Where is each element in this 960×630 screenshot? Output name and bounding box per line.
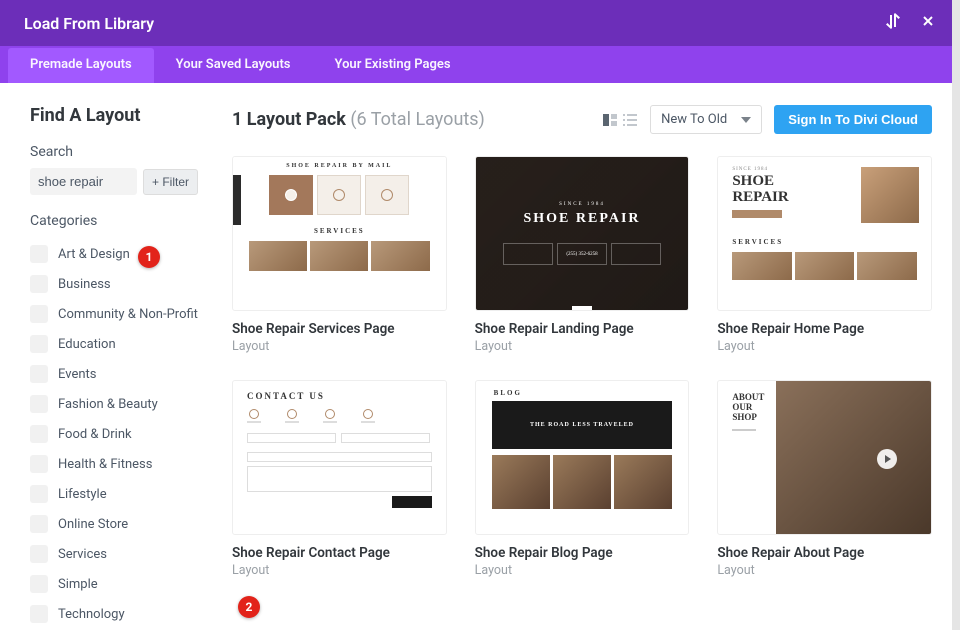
main-top: 1 Layout Pack (6 Total Layouts) New To O… [232,105,932,134]
category-item[interactable]: Education [30,329,198,359]
layout-grid: SHOE REPAIR BY MAIL SERVICES Shoe Repair… [232,156,932,578]
modal-title: Load From Library [24,14,154,33]
sort-value: New To Old [661,112,727,127]
category-label: Community & Non-Profit [58,307,198,322]
layout-thumbnail: ABOUTOUR SHOP [717,380,932,535]
category-item[interactable]: Community & Non-Profit [30,299,198,329]
checkbox-icon[interactable] [30,305,48,323]
filter-button[interactable]: + Filter [143,169,198,195]
layout-title: Shoe Repair Services Page [232,321,447,337]
list-view-icon[interactable] [622,113,638,127]
play-icon [877,449,897,469]
layout-type: Layout [717,563,932,578]
checkbox-icon[interactable] [30,605,48,623]
layout-card[interactable]: SINCE 1984 SHOEREPAIR SERVICES Shoe Repa… [717,156,932,354]
layout-type: Layout [717,339,932,354]
modal-header: Load From Library [0,0,960,46]
checkbox-icon[interactable] [30,275,48,293]
main-controls: New To Old Sign In To Divi Cloud [602,105,932,134]
sort-select[interactable]: New To Old [650,105,762,134]
checkbox-icon[interactable] [30,575,48,593]
category-label: Fashion & Beauty [58,397,158,412]
layout-type: Layout [232,339,447,354]
layout-card[interactable]: ABOUTOUR SHOP Shoe Repair About Page Lay… [717,380,932,578]
layout-card[interactable]: SHOE REPAIR BY MAIL SERVICES Shoe Repair… [232,156,447,354]
category-label: Business [58,277,111,292]
layout-title: Shoe Repair Landing Page [475,321,690,337]
category-item[interactable]: Services [30,539,198,569]
chevron-down-icon [741,112,751,127]
category-label: Events [58,367,96,382]
checkbox-icon[interactable] [30,485,48,503]
category-item[interactable]: Technology [30,599,198,629]
sidebar: Find A Layout Search + Filter Categories… [0,83,220,630]
sidebar-heading: Find A Layout [30,105,198,126]
category-label: Education [58,337,116,352]
main-panel: 1 Layout Pack (6 Total Layouts) New To O… [220,83,960,630]
layout-type: Layout [475,339,690,354]
annotation-marker-1: 1 [138,246,160,268]
library-modal: Load From Library Premade Layouts Your S… [0,0,960,630]
categories-label: Categories [30,213,198,229]
checkbox-icon[interactable] [30,245,48,263]
results-count: 1 Layout Pack [232,109,350,130]
layout-title: Shoe Repair Blog Page [475,545,690,561]
search-label: Search [30,144,198,160]
tab-premade-layouts[interactable]: Premade Layouts [8,48,154,83]
search-row: + Filter [30,168,198,195]
category-label: Online Store [58,517,128,532]
category-item[interactable]: Health & Fitness [30,449,198,479]
tab-saved-layouts[interactable]: Your Saved Layouts [154,46,313,83]
category-label: Lifestyle [58,487,107,502]
category-item[interactable]: Simple [30,569,198,599]
layout-title: Shoe Repair Home Page [717,321,932,337]
category-label: Simple [58,577,98,592]
results-total: (6 Total Layouts) [350,109,484,130]
close-icon[interactable] [920,13,936,33]
checkbox-icon[interactable] [30,545,48,563]
checkbox-icon[interactable] [30,455,48,473]
header-actions [886,13,936,33]
layout-card[interactable]: SINCE 1984 SHOE REPAIR (255) 352-6258 Sh… [475,156,690,354]
checkbox-icon[interactable] [30,515,48,533]
category-item[interactable]: Art & Design [30,239,198,269]
view-toggle [602,113,638,127]
layout-thumbnail: SINCE 1984 SHOEREPAIR SERVICES [717,156,932,311]
annotation-marker-2: 2 [238,596,260,618]
search-input[interactable] [30,168,137,195]
category-label: Technology [58,607,125,622]
layout-title: Shoe Repair About Page [717,545,932,561]
checkbox-icon[interactable] [30,395,48,413]
layout-title: Shoe Repair Contact Page [232,545,447,561]
results-heading: 1 Layout Pack (6 Total Layouts) [232,109,485,130]
layout-type: Layout [232,563,447,578]
category-item[interactable]: Online Store [30,509,198,539]
tab-existing-pages[interactable]: Your Existing Pages [313,46,473,83]
grid-view-icon[interactable] [602,113,618,127]
categories: Categories Art & Design Business Communi… [30,213,198,629]
tabs: Premade Layouts Your Saved Layouts Your … [0,46,960,83]
layout-thumbnail: SINCE 1984 SHOE REPAIR (255) 352-6258 [475,156,690,311]
category-label: Art & Design [58,247,130,262]
checkbox-icon[interactable] [30,425,48,443]
layout-card[interactable]: BLOG THE ROAD LESS TRAVELED Shoe Repair … [475,380,690,578]
sort-toggle-icon[interactable] [886,13,902,33]
category-item[interactable]: Food & Drink [30,419,198,449]
layout-card[interactable]: CONTACT US Shoe Repair Contact Page Layo… [232,380,447,578]
layout-type: Layout [475,563,690,578]
category-item[interactable]: Events [30,359,198,389]
category-label: Health & Fitness [58,457,152,472]
checkbox-icon[interactable] [30,365,48,383]
layout-thumbnail: SHOE REPAIR BY MAIL SERVICES [232,156,447,311]
checkbox-icon[interactable] [30,335,48,353]
signin-button[interactable]: Sign In To Divi Cloud [774,105,932,134]
category-item[interactable]: Lifestyle [30,479,198,509]
category-item[interactable]: Business [30,269,198,299]
layout-thumbnail: BLOG THE ROAD LESS TRAVELED [475,380,690,535]
layout-thumbnail: CONTACT US [232,380,447,535]
content: Find A Layout Search + Filter Categories… [0,83,960,630]
category-label: Services [58,547,107,562]
category-item[interactable]: Fashion & Beauty [30,389,198,419]
category-label: Food & Drink [58,427,132,442]
